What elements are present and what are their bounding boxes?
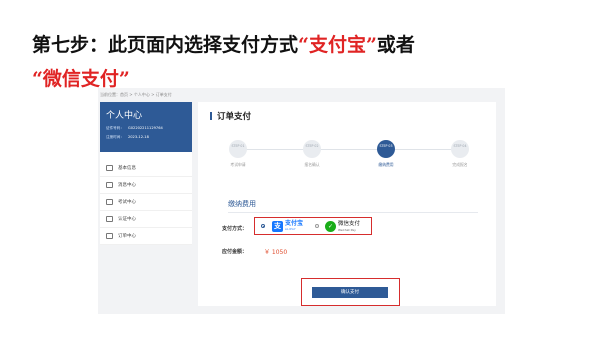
pay-method-highlight: 支 支付宝 ALIPAY ✓ 微信支付 WeChat Pay	[254, 217, 372, 235]
section-title: 缴纳费用	[228, 200, 256, 208]
sidebar-header: 个人中心 证件号码： G02202211129764 注册时间： 2023-12-1…	[100, 102, 192, 152]
step-3-dot: STEP 03	[377, 140, 395, 158]
step-2-label: 报名确认	[304, 162, 320, 167]
step-3-label: 缴纳费用	[378, 162, 394, 167]
pay-method-label: 支付方式：	[222, 226, 248, 232]
step-1: STEP 01 考试申请	[218, 138, 258, 168]
submit-highlight: 确认支付	[301, 278, 400, 306]
wechat-sublabel: WeChat Pay	[338, 227, 356, 232]
sidebar-item-messages[interactable]: 消息中心	[100, 177, 192, 194]
amount-value: ￥ 1050	[264, 249, 288, 256]
message-icon	[106, 182, 113, 188]
sidebar-date: 注册时间： 2023-12-18	[106, 135, 149, 139]
step-2: STEP 02 报名确认	[292, 138, 332, 168]
confirm-pay-button[interactable]: 确认支付	[312, 287, 388, 298]
step-4-dot: STEP 04	[451, 140, 469, 158]
sidebar: 个人中心 证件号码： G02202211129764 注册时间： 2023-12-1…	[100, 102, 192, 245]
headline-text-2: 或者	[376, 34, 415, 56]
step-4: STEP 04 完成报名	[440, 138, 480, 168]
step-1-label: 考试申请	[230, 162, 246, 167]
main-panel: 订单支付 STEP 01 考试申请 STEP 02 报名确认 STEP 03 缴…	[198, 102, 496, 306]
wechat-option[interactable]: ✓ 微信支付 WeChat Pay	[325, 220, 360, 233]
wechat-label: 微信支付	[338, 220, 361, 227]
sidebar-item-exams[interactable]: 考试中心	[100, 194, 192, 211]
step-connector	[238, 149, 460, 150]
section-divider	[228, 212, 478, 213]
instruction-headline: 第七步：此页面内选择支付方式“支付宝”或者 “微信支付”	[32, 28, 592, 96]
sidebar-item-basic-info[interactable]: 基本信息	[100, 160, 192, 177]
headline-wechat: “微信支付”	[32, 68, 130, 90]
order-icon	[106, 233, 113, 239]
step-progress: STEP 01 考试申请 STEP 02 报名确认 STEP 03 缴纳费用 S…	[218, 138, 480, 178]
user-icon	[106, 165, 113, 171]
alipay-radio[interactable]	[261, 224, 265, 228]
alipay-label: 支付宝	[285, 219, 304, 227]
sidebar-title: 个人中心	[106, 111, 143, 121]
step-3: STEP 03 缴纳费用	[366, 138, 406, 168]
sidebar-item-orders[interactable]: 订单中心	[100, 228, 192, 245]
wechat-icon: ✓	[325, 221, 336, 232]
wechat-radio[interactable]	[315, 224, 319, 228]
amount-label: 应付金额：	[222, 249, 248, 255]
step-1-dot: STEP 01	[229, 140, 247, 158]
headline-alipay: “支付宝”	[298, 34, 377, 56]
step-2-dot: STEP 02	[303, 140, 321, 158]
alipay-sublabel: ALIPAY	[285, 227, 296, 231]
sidebar-item-certification[interactable]: 认证中心	[100, 211, 192, 228]
sidebar-id: 证件号码： G02202211129764	[106, 126, 163, 130]
exam-icon	[106, 199, 113, 205]
page-title: 订单支付	[210, 110, 251, 122]
alipay-icon: 支	[272, 221, 283, 232]
screenshot-panel: 当前位置：首页 > 个人中心 > 订单支付 个人中心 证件号码： G0220221…	[98, 88, 505, 314]
sidebar-menu: 基本信息 消息中心 考试中心 认证中心 订单中心	[100, 160, 192, 245]
alipay-option[interactable]: 支 支付宝 ALIPAY	[272, 220, 303, 233]
cert-icon	[106, 216, 113, 222]
step-4-label: 完成报名	[452, 162, 468, 167]
breadcrumb: 当前位置：首页 > 个人中心 > 订单支付	[100, 92, 172, 97]
headline-text-1: 第七步：此页面内选择支付方式	[32, 34, 299, 56]
